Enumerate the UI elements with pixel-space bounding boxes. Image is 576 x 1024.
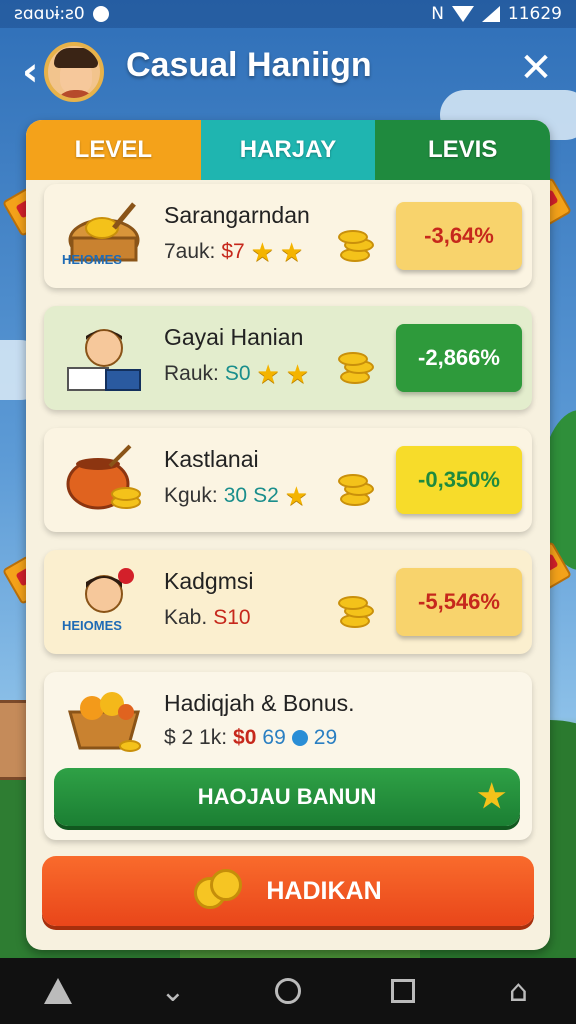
quest-panel: LEVEL HARJAY LEVIS HEIOMES Sarangarndan …	[26, 120, 550, 950]
item-price: S0	[224, 362, 251, 385]
item-details: Kab. S10	[164, 606, 251, 629]
list-item[interactable]: HEIOMES Sarangarndan 7auk: $7 ★ ★ -3,64%	[44, 184, 532, 288]
circle-icon	[274, 978, 301, 1004]
star-icon: ★	[250, 237, 275, 267]
star-icon: ★	[256, 359, 280, 389]
status-bar: ƨɑɑʋɨ:ƨ0 N 11629	[0, 0, 576, 28]
recents-button[interactable]	[373, 966, 433, 1016]
item-name: Gayai Hanian	[164, 324, 304, 350]
tab-levis[interactable]: LEVIS	[375, 120, 550, 180]
item-details: Kguk: 30 S2 ★	[164, 481, 309, 511]
bonus-value-a: 69	[262, 726, 286, 749]
status-time: ƨɑɑʋɨ:ƨ0	[14, 4, 85, 24]
item-price: $7	[221, 240, 245, 263]
fruit-basket-icon	[68, 692, 141, 752]
gem-icon	[291, 730, 308, 746]
system-nav-bar: ⌄ ⌂	[0, 958, 576, 1024]
square-icon	[391, 979, 416, 1003]
item-details: 7auk: $7 ★ ★	[164, 237, 304, 267]
status-clock: 11629	[507, 4, 562, 24]
notification-icon	[92, 6, 109, 22]
coins-icon	[334, 352, 376, 390]
item-price: S10	[213, 606, 251, 629]
item-details: Rauk: S0 ★ ★	[164, 359, 310, 389]
avatar[interactable]	[44, 42, 104, 102]
nav-down-button[interactable]: ⌄	[143, 966, 203, 1016]
coins-icon	[194, 869, 246, 913]
list-item[interactable]: Gayai Hanian Rauk: S0 ★ ★ -2,866%	[44, 306, 532, 410]
illustration-label: HEIOMES	[62, 618, 122, 633]
star-icon: ★	[285, 359, 310, 389]
percent-badge[interactable]: -3,64%	[396, 202, 522, 270]
header: ‹ Casual Haniign ✕	[0, 36, 576, 108]
tab-level[interactable]: LEVEL	[26, 120, 201, 180]
coins-icon	[334, 474, 376, 512]
inbox-icon: ⌂	[508, 973, 528, 1009]
star-icon: ★	[280, 237, 304, 267]
item-name: Sarangarndan	[164, 202, 310, 228]
tab-harjay[interactable]: HARJAY	[200, 120, 376, 180]
item-price: 30	[223, 484, 248, 507]
star-icon: ★	[284, 481, 309, 511]
hadikan-button[interactable]: HADIKAN	[42, 856, 534, 926]
list-item[interactable]: HEIOMES Kadgmsi Kab. S10 -5,546%	[44, 550, 532, 654]
nav-home-circle-button[interactable]	[258, 966, 318, 1016]
tab-bar: LEVEL HARJAY LEVIS	[26, 120, 550, 180]
bonus-details: $ 2 1k: $0 69 29	[164, 726, 338, 749]
coins-icon	[334, 596, 376, 634]
wifi-icon	[451, 6, 474, 22]
percent-badge[interactable]: -5,546%	[396, 568, 522, 636]
inbox-button[interactable]: ⌂	[488, 966, 548, 1016]
close-icon[interactable]: ✕	[518, 48, 554, 88]
illustration-label: HEIOMES	[62, 252, 122, 267]
home-button[interactable]	[28, 966, 88, 1016]
pot-icon	[66, 444, 141, 510]
nfc-icon: N	[431, 4, 444, 24]
home-icon	[43, 978, 72, 1004]
chevron-down-icon: ⌄	[160, 973, 186, 1009]
page-title: Casual Haniign	[126, 46, 372, 84]
item-name: Kadgmsi	[164, 568, 254, 594]
list-item[interactable]: Kastlanai Kguk: 30 S2 ★ -0,350%	[44, 428, 532, 532]
bonus-price: $0	[233, 726, 257, 749]
student-with-book-icon	[67, 329, 141, 391]
percent-badge[interactable]: -0,350%	[396, 446, 522, 514]
signal-icon	[481, 6, 500, 22]
item-price-secondary: S2	[253, 484, 279, 507]
coins-icon	[334, 230, 376, 268]
bonus-card: Hadiqjah & Bonus. $ 2 1k: $0 69 29 HAOJA…	[44, 672, 532, 840]
bonus-value-b: 29	[313, 726, 338, 749]
item-name: Kastlanai	[164, 446, 259, 472]
bonus-title: Hadiqjah & Bonus.	[164, 690, 355, 716]
star-icon: ★	[477, 778, 506, 814]
claim-bonus-button[interactable]: HAOJAU BANUN ★	[54, 768, 520, 826]
percent-badge[interactable]: -2,866%	[396, 324, 522, 392]
